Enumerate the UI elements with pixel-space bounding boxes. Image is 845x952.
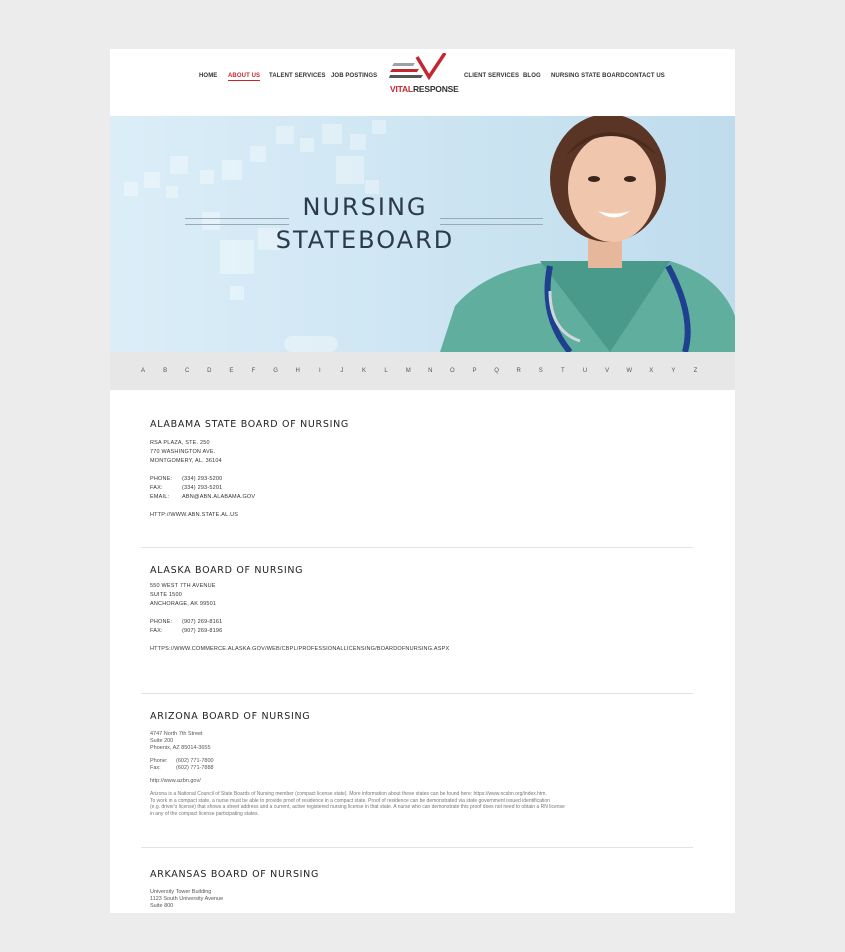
address-line: ANCHORAGE, AK 99501 [150, 601, 217, 607]
letter-b[interactable]: B [160, 368, 170, 374]
nav-client-services[interactable]: CLIENT SERVICES [464, 73, 519, 79]
phone-label: PHONE: [150, 476, 173, 482]
fax-line: FAX: (334) 293-5201 [150, 484, 710, 493]
nav-home[interactable]: HOME [199, 73, 217, 79]
fax-value: (602) 771-7888 [176, 765, 214, 771]
letter-q[interactable]: Q [492, 368, 502, 374]
phone-value: (907) 269-8161 [182, 619, 223, 625]
fax-value: (907) 269-8196 [182, 628, 223, 634]
letter-u[interactable]: U [580, 368, 590, 374]
letter-w[interactable]: W [624, 368, 634, 374]
fax-value: (334) 293-5201 [182, 485, 223, 491]
compact-note-line: in any of the compact license participat… [150, 810, 259, 817]
logo-response: RESPONSE [412, 84, 459, 94]
letter-k[interactable]: K [359, 368, 369, 374]
letter-h[interactable]: H [293, 368, 303, 374]
letter-f[interactable]: F [249, 368, 259, 374]
board-entry-alaska: ALASKA BOARD OF NURSING 550 WEST 7TH AVE… [150, 565, 710, 654]
letter-n[interactable]: N [425, 368, 435, 374]
fax-label: FAX: [150, 485, 163, 491]
fax-label: Fax: [150, 765, 161, 771]
letter-o[interactable]: O [447, 368, 457, 374]
website-link[interactable]: http://www.azbn.gov/ [150, 778, 710, 785]
nav-blog[interactable]: BLOG [523, 73, 541, 79]
entry-title: ALABAMA STATE BOARD OF NURSING [150, 419, 349, 430]
board-entry-arkansas: ARKANSAS BOARD OF NURSING University Tow… [150, 869, 710, 910]
phone-line: PHONE: (907) 269-8161 [150, 618, 710, 627]
phone-value: (334) 293-5200 [182, 476, 223, 482]
nav-talent-services[interactable]: TALENT SERVICES [269, 73, 326, 79]
email-label: EMAIL: [150, 494, 170, 500]
address-line: 1123 South University Avenue [150, 896, 224, 902]
address-line: Suite 800 [150, 903, 174, 909]
phone-label: PHONE: [150, 619, 173, 625]
nav-about-us[interactable]: ABOUT US [228, 73, 261, 81]
entry-title: ARIZONA BOARD OF NURSING [150, 711, 311, 722]
board-entry-alabama: ALABAMA STATE BOARD OF NURSING RSA PLAZA… [150, 419, 710, 520]
letter-t[interactable]: T [558, 368, 568, 374]
page-title: NURSING STATEBOARD [260, 191, 470, 257]
page: HOME ABOUT US TALENT SERVICES JOB POSTIN… [110, 49, 735, 913]
letter-l[interactable]: L [381, 368, 391, 374]
website-link[interactable]: HTTPS://WWW.COMMERCE.ALASKA.GOV/WEB/CBPL… [150, 645, 710, 654]
address-line: University Tower Building [150, 889, 212, 895]
fax-line: FAX: (907) 269-8196 [150, 627, 710, 636]
address-line: 770 WASHINGTON AVE. [150, 449, 216, 455]
letter-v[interactable]: V [602, 368, 612, 374]
alphabet-filter: A B C D E F G H I J K L M N O P Q R S T U V W X Y Z [110, 352, 735, 390]
phone-line: PHONE: (334) 293-5200 [150, 475, 710, 484]
nav-job-postings[interactable]: JOB POSTINGS [331, 73, 377, 79]
letter-j[interactable]: J [337, 368, 347, 374]
address-line: Phoenix, AZ 85014-3655 [150, 745, 211, 751]
letter-p[interactable]: P [470, 368, 480, 374]
letter-y[interactable]: Y [668, 368, 678, 374]
entry-title: ARKANSAS BOARD OF NURSING [150, 869, 320, 880]
entry-divider [141, 693, 693, 694]
letter-i[interactable]: I [315, 368, 325, 374]
letter-z[interactable]: Z [691, 368, 701, 374]
board-entry-arizona: ARIZONA BOARD OF NURSING 4747 North 7th … [150, 711, 710, 817]
entry-divider [141, 847, 693, 848]
address-line: Suite 200 [150, 738, 174, 744]
entry-divider [141, 547, 693, 548]
email-line: EMAIL: ABN@ABN.ALABAMA.GOV [150, 493, 710, 502]
nav-contact-us[interactable]: CONTACT US [625, 73, 665, 79]
phone-label: Phone: [150, 758, 168, 764]
letter-s[interactable]: S [536, 368, 546, 374]
letter-m[interactable]: M [403, 368, 413, 374]
page-title-line-1: NURSING [302, 193, 428, 221]
letter-c[interactable]: C [182, 368, 192, 374]
letter-r[interactable]: R [514, 368, 524, 374]
nav-nursing-state-board[interactable]: NURSING STATE BOARD [551, 73, 625, 79]
address-line: SUITE 1500 [150, 592, 182, 598]
page-title-line-2: STATEBOARD [275, 226, 455, 254]
address-line: 550 WEST 7TH AVENUE [150, 583, 216, 589]
address-line: RSA PLAZA, STE. 250 [150, 440, 210, 446]
letter-a[interactable]: A [138, 368, 148, 374]
address-line: 4747 North 7th Street [150, 731, 203, 737]
address-line: MONTGOMERY, AL. 36104 [150, 458, 222, 464]
fax-label: FAX: [150, 628, 163, 634]
logo-wordmark: VITALRESPONSE [390, 84, 459, 94]
entry-title: ALASKA BOARD OF NURSING [150, 565, 304, 576]
fax-line: Fax: (602) 771-7888 [150, 765, 710, 772]
site-header: HOME ABOUT US TALENT SERVICES JOB POSTIN… [110, 49, 735, 116]
letter-e[interactable]: E [226, 368, 236, 374]
hero-banner: NURSING STATEBOARD [110, 116, 735, 352]
phone-value: (602) 771-7800 [176, 758, 214, 764]
email-link[interactable]: ABN@ABN.ALABAMA.GOV [182, 494, 255, 500]
letter-x[interactable]: X [646, 368, 656, 374]
letter-d[interactable]: D [204, 368, 214, 374]
letter-g[interactable]: G [271, 368, 281, 374]
logo-vital: VITAL [390, 84, 413, 94]
website-link[interactable]: HTTP://WWW.ABN.STATE.AL.US [150, 511, 710, 520]
phone-line: Phone: (602) 771-7800 [150, 758, 710, 765]
